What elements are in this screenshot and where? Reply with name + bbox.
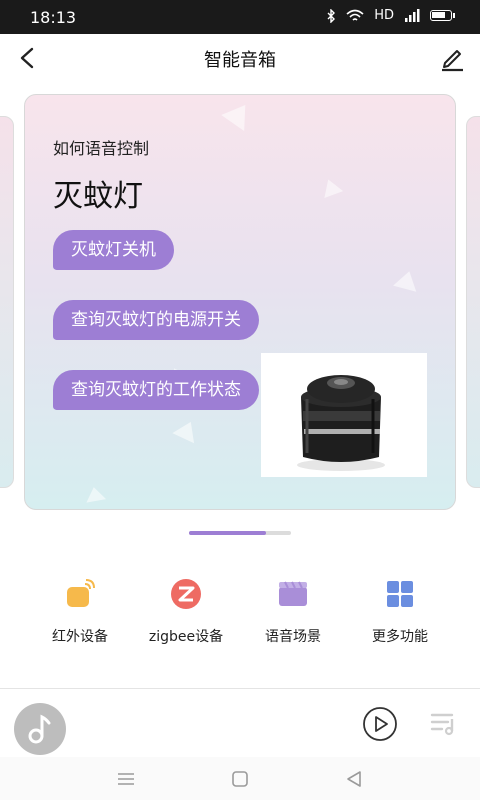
signal-icon [405,8,420,22]
back-triangle-icon [347,771,361,787]
battery-icon [430,10,455,21]
command-bubble[interactable]: 查询灭蚊灯的工作状态 [53,370,259,410]
system-nav-bar [0,757,480,800]
card-subtitle: 如何语音控制 [53,139,150,158]
app-header: 智能音箱 [0,34,480,82]
wifi-icon [346,9,364,21]
mini-player [0,689,480,757]
function-label: zigbee设备 [148,629,224,645]
carousel-indicator [189,531,291,535]
function-label: 语音场景 [265,629,321,645]
function-label: 红外设备 [52,629,108,645]
status-time: 18:13 [30,8,77,27]
voice-control-card[interactable]: 如何语音控制 灭蚊灯 灭蚊灯关机 查询灭蚊灯的电源开关 查询灭蚊灯的工作状态 [24,94,456,510]
mosquito-lamp-image [261,353,427,477]
function-label: 更多功能 [372,629,428,645]
decor-triangle [393,268,421,292]
infrared-device-icon [64,578,96,610]
decor-triangle [318,176,344,198]
previous-card-peek[interactable] [0,116,14,488]
function-voice-scene[interactable]: 语音场景 [233,576,353,646]
function-infrared[interactable]: 红外设备 [20,576,140,646]
decor-triangle [172,416,202,444]
bluetooth-icon [327,8,336,23]
back-nav-button[interactable] [342,767,366,791]
music-note-icon [28,714,51,744]
function-more[interactable]: 更多功能 [340,576,460,646]
command-bubble[interactable]: 查询灭蚊灯的电源开关 [53,300,259,340]
next-card-peek[interactable] [466,116,480,488]
zigbee-icon [170,578,202,610]
edit-icon [442,50,463,72]
menu-icon [118,773,134,785]
playlist-button[interactable] [428,707,460,739]
play-button[interactable] [362,706,398,742]
edit-button[interactable] [436,42,468,74]
music-disc[interactable] [14,703,66,755]
device-name: 灭蚊灯 [53,179,143,214]
decor-triangle [221,96,257,132]
command-bubble[interactable]: 灭蚊灯关机 [53,230,174,270]
function-zigbee[interactable]: zigbee设备 [126,576,246,646]
decor-triangle [83,485,107,503]
function-grid: 红外设备 zigbee设备 语音场景 更多功能 [0,576,480,646]
playlist-icon [430,713,454,736]
home-square-icon [232,771,248,787]
status-bar: 18:13 HD [0,0,480,34]
device-carousel[interactable]: 如何语音控制 灭蚊灯 灭蚊灯关机 查询灭蚊灯的电源开关 查询灭蚊灯的工作状态 [0,94,480,510]
more-grid-icon [384,578,416,610]
page-title: 智能音箱 [204,50,276,71]
status-icons: HD [326,8,455,23]
menu-nav-button[interactable] [114,767,138,791]
network-label: HD [374,8,394,23]
voice-scene-icon [277,578,309,610]
play-icon [363,707,397,741]
carousel-indicator-active [189,531,266,535]
home-nav-button[interactable] [228,767,252,791]
